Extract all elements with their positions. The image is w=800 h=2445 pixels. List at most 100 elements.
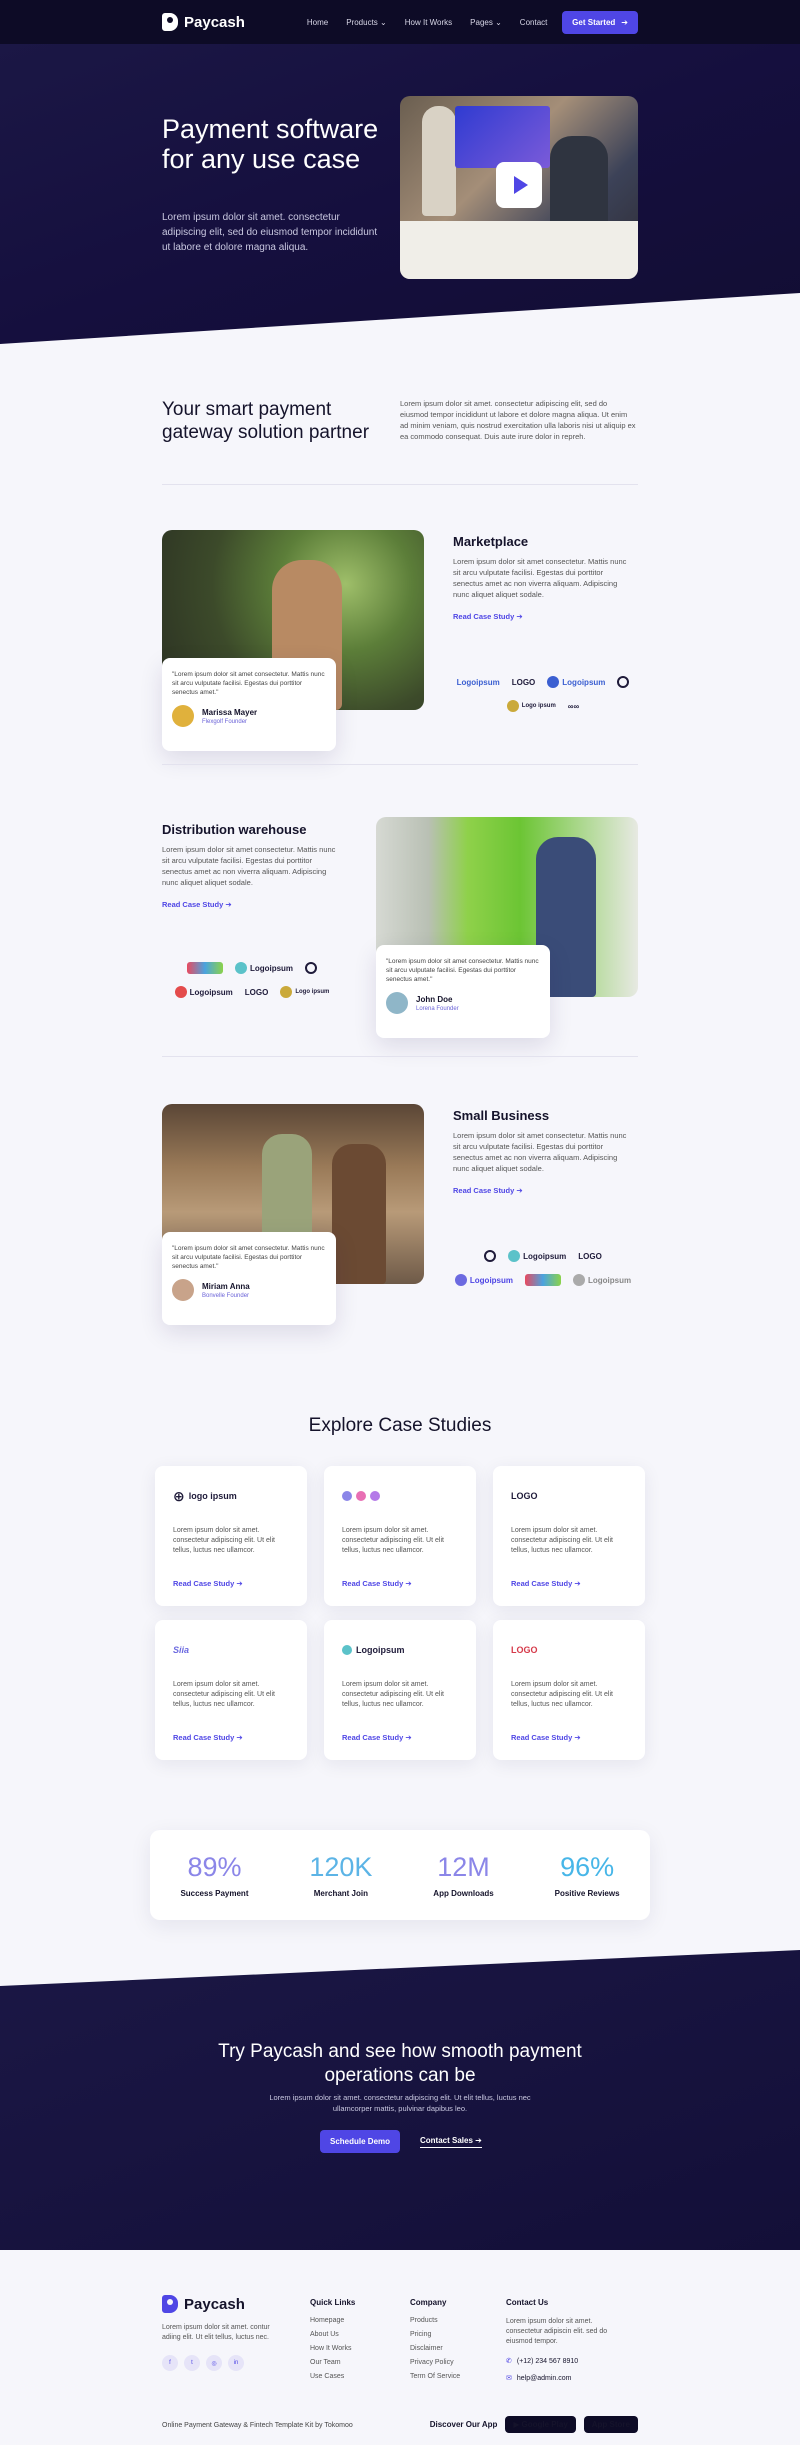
client-logo-name: Logoipsum [469, 1275, 513, 1285]
stat-item: 12M App Downloads [433, 1852, 493, 1898]
logo-mark-icon [186, 960, 223, 976]
read-case-study-label: Read Case Study [173, 1579, 235, 1588]
client-logo-name: Logoipsum [456, 677, 500, 687]
instagram-icon[interactable]: ◎ [206, 2355, 222, 2371]
footer-link[interactable]: About Us [310, 2331, 355, 2338]
nav-home[interactable]: Home [307, 18, 328, 27]
footer-link[interactable]: Disclaimer [410, 2345, 460, 2352]
read-case-study-link[interactable]: Read Case Study ➔ [162, 900, 232, 909]
cta-text: Lorem ipsum dolor sit amet. consectetur … [269, 2093, 531, 2113]
author-role: Bonvelle Founder [202, 1292, 250, 1299]
google-play-button[interactable]: ▶ Google Play [505, 2416, 576, 2433]
testimonial-quote: "Lorem ipsum dolor sit amet consectetur.… [172, 1245, 325, 1270]
read-case-study-link[interactable]: Read Case Study ➔ [173, 1579, 243, 1588]
nav-contact[interactable]: Contact [520, 18, 548, 27]
logo-mark-icon [342, 1484, 458, 1508]
card-logo-name: Siia [173, 1645, 190, 1655]
case-study-card[interactable]: LOGO Lorem ipsum dolor sit amet. consect… [493, 1620, 645, 1760]
read-case-study-link[interactable]: Read Case Study ➔ [453, 1186, 523, 1195]
case-title: Marketplace [453, 534, 529, 549]
case-study-card[interactable]: Logoipsum Lorem ipsum dolor sit amet. co… [324, 1620, 476, 1760]
footer: Paycash Lorem ipsum dolor sit amet. cont… [0, 2250, 800, 2445]
presentation-screen [455, 106, 550, 168]
nav-products[interactable]: Products ⌄ [346, 18, 387, 27]
stat-label: Merchant Join [313, 1889, 368, 1898]
card-logo-name: LOGO [511, 1491, 538, 1501]
chevron-down-icon: ⌄ [495, 17, 502, 27]
stat-label: Positive Reviews [554, 1889, 620, 1898]
footer-brand: Paycash Lorem ipsum dolor sit amet. cont… [162, 2295, 282, 2371]
footer-link[interactable]: Term Of Service [410, 2373, 460, 2380]
client-logos: Logoipsum Logoipsum LOGO Logo ipsum [162, 960, 342, 1000]
nav-pages-label: Pages [470, 17, 493, 27]
nav-products-label: Products [346, 17, 378, 27]
footer-link[interactable]: Privacy Policy [410, 2359, 460, 2366]
contact-sales-link[interactable]: Contact Sales ➔ [420, 2136, 482, 2148]
cta-title: Try Paycash and see how smooth payment o… [218, 2041, 582, 2086]
case-studies-grid: ⊕ logo ipsum Lorem ipsum dolor sit amet. … [155, 1466, 645, 1760]
logo-mark-icon: Siia [173, 1638, 289, 1662]
case-study-card[interactable]: LOGO Lorem ipsum dolor sit amet. consect… [493, 1466, 645, 1606]
logo-mark-icon: LOGO [245, 984, 269, 1000]
read-case-study-link[interactable]: Read Case Study ➔ [453, 612, 523, 621]
case-title: Small Business [453, 1108, 550, 1123]
card-logo-name: LOGO [511, 1645, 538, 1655]
logo-mark-icon: Logoipsum [457, 674, 500, 690]
footer-link[interactable]: Our Team [310, 2359, 355, 2366]
logo-mark-icon: Logoipsum [174, 984, 233, 1000]
schedule-demo-button[interactable]: Schedule Demo [320, 2130, 401, 2153]
arrow-right-icon: ➔ [574, 1579, 581, 1588]
twitter-icon[interactable]: t [184, 2355, 200, 2371]
linkedin-icon[interactable]: in [228, 2355, 244, 2371]
read-case-study-link[interactable]: Read Case Study ➔ [342, 1733, 412, 1742]
client-logo-name: Logoipsum [189, 987, 233, 997]
footer-col-title: Company [410, 2298, 447, 2307]
logo-mark-icon: LOGO [578, 1248, 602, 1264]
logo-mark-icon [305, 960, 318, 976]
read-case-study-link[interactable]: Read Case Study ➔ [511, 1733, 581, 1742]
logo-mark-icon: Logoipsum [454, 1272, 513, 1288]
card-text: Lorem ipsum dolor sit amet. consectetur … [511, 1681, 613, 1708]
app-store-label: App Store [591, 2420, 630, 2429]
phone-row[interactable]: ✆ (+12) 234 567 8910 [506, 2357, 626, 2366]
arrow-right-icon: ➔ [405, 1733, 412, 1742]
client-logo-name: Logoipsum [562, 677, 606, 687]
nav-pages[interactable]: Pages ⌄ [470, 18, 502, 27]
hero-video-thumbnail[interactable] [400, 96, 638, 279]
hero-title: Payment software for any use case [162, 114, 379, 174]
partner-text: Lorem ipsum dolor sit amet. consectetur … [400, 399, 636, 441]
read-case-study-link[interactable]: Read Case Study ➔ [511, 1579, 581, 1588]
footer-link[interactable]: Use Cases [310, 2373, 355, 2380]
author-name: John Doe [416, 994, 453, 1004]
get-started-button[interactable]: Get Started ➔ [562, 10, 638, 34]
app-store-button[interactable]: App Store [583, 2416, 638, 2433]
testimonial-card: "Lorem ipsum dolor sit amet consectetur.… [376, 945, 550, 1038]
case-study-card[interactable]: ⊕ logo ipsum Lorem ipsum dolor sit amet. … [155, 1466, 307, 1606]
facebook-icon[interactable]: f [162, 2355, 178, 2371]
logo-mark-icon: LOGO [511, 1484, 627, 1508]
cta-section: Try Paycash and see how smooth payment o… [0, 1950, 800, 2250]
case-study-card[interactable]: Lorem ipsum dolor sit amet. consectetur … [324, 1466, 476, 1606]
brand-logo[interactable]: Paycash [162, 13, 245, 31]
email-row[interactable]: ✉ help@admin.com [506, 2374, 626, 2383]
client-logo-name: LOGO [578, 1251, 602, 1261]
brand-mark-icon [162, 2295, 178, 2313]
read-case-study-link[interactable]: Read Case Study ➔ [342, 1579, 412, 1588]
case-title: Distribution warehouse [162, 822, 307, 837]
author-name: Miriam Anna [202, 1281, 250, 1291]
footer-col-title: Contact Us [506, 2298, 549, 2307]
footer-link[interactable]: Products [410, 2317, 460, 2324]
client-logo-name: LOGO [511, 677, 536, 687]
footer-link[interactable]: Homepage [310, 2317, 355, 2324]
play-button[interactable] [496, 162, 542, 208]
footer-contact: Contact Us Lorem ipsum dolor sit amet. c… [506, 2298, 626, 2391]
footer-link[interactable]: Pricing [410, 2331, 460, 2338]
nav-how-it-works[interactable]: How It Works [405, 18, 452, 27]
divider [162, 484, 638, 485]
read-case-study-link[interactable]: Read Case Study ➔ [173, 1733, 243, 1742]
case-study-card[interactable]: Siia Lorem ipsum dolor sit amet. consect… [155, 1620, 307, 1760]
footer-link[interactable]: How It Works [310, 2345, 355, 2352]
brand-logo[interactable]: Paycash [162, 2295, 282, 2313]
logo-mark-icon: Logoipsum [342, 1638, 458, 1662]
partner-title: Your smart payment gateway solution part… [162, 399, 370, 443]
